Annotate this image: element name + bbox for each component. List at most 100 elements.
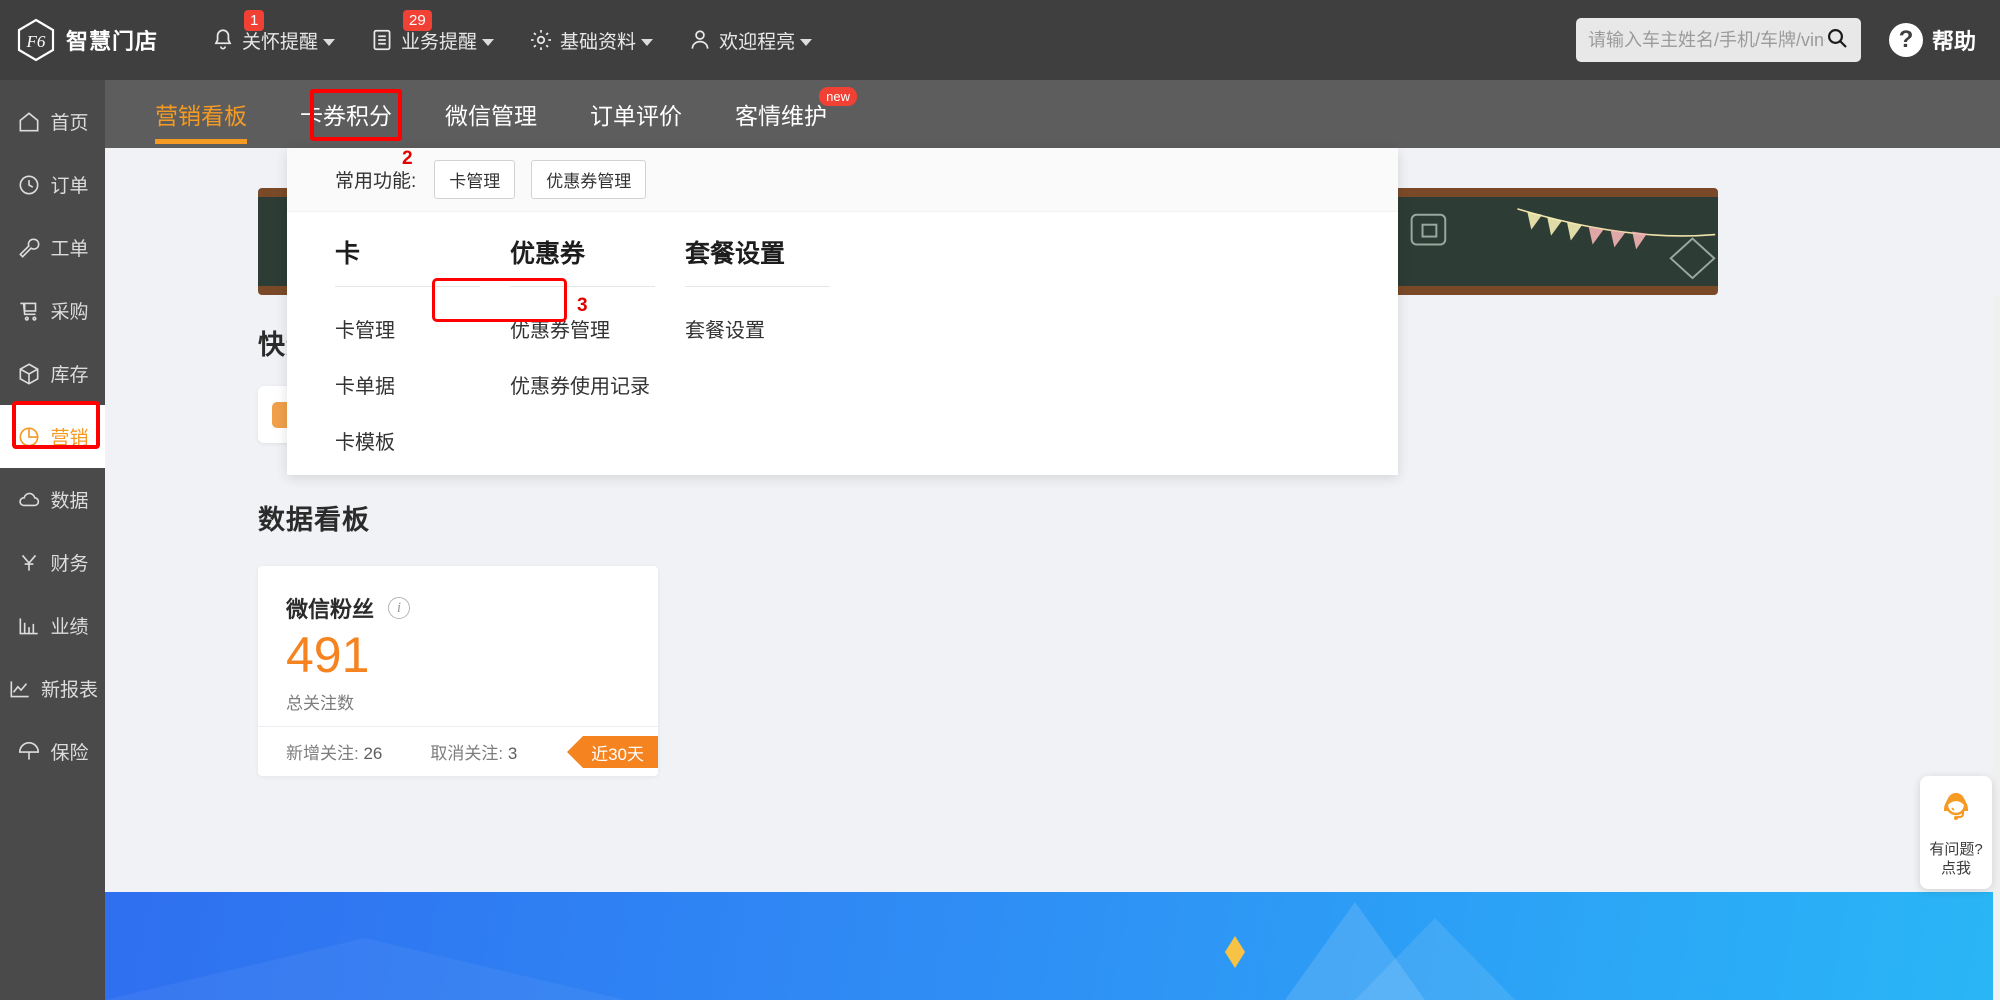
svg-text:F6: F6 [26,32,46,51]
dashboard-new-follow-value: 26 [363,744,383,763]
sidebar-item-label: 工单 [50,239,89,260]
brand[interactable]: F6 智慧门店 [16,18,158,62]
mega-column-title: 套餐设置 [685,234,830,287]
new-badge: new [819,87,857,106]
tab-label: 微信管理 [445,103,537,129]
scrollbar-track[interactable] [1993,296,2000,1000]
mega-menu-columns: 卡 卡管理 卡单据 卡模板 优惠券 优惠券管理 优惠券使用记录 套餐设置 套餐设… [287,212,1398,455]
line-chart-icon [7,676,33,702]
mega-link-card-management[interactable]: 卡管理 [335,314,510,343]
mega-menu-common-functions: 常用功能: 卡管理 优惠券管理 [287,148,1398,212]
tab-order-review[interactable]: 订单评价 [590,80,682,148]
common-chip-coupon-management[interactable]: 优惠券管理 [531,160,647,199]
bottom-blue-banner[interactable] [105,892,2000,1000]
chevron-down-icon [800,38,813,46]
mega-column-card: 卡 卡管理 卡单据 卡模板 [335,234,510,455]
topnav-item-care-reminder[interactable]: 关怀提醒 1 [210,9,336,54]
mega-link-card-document[interactable]: 卡单据 [335,370,510,399]
dashboard-unfollow-value: 3 [507,744,518,763]
sidebar-item-label: 新报表 [40,680,98,701]
tab-label: 客情维护 [735,103,827,129]
mega-link-package-settings[interactable]: 套餐设置 [685,314,860,343]
tab-label: 卡券积分 [300,103,392,129]
clock-icon [16,172,42,198]
dashboard-title: 数据看板 [258,505,370,535]
blue-banner-decoration [105,902,1515,1000]
sidebar-item-label: 保险 [50,743,89,764]
sidebar-item-inventory[interactable]: 库存 [0,342,105,405]
topnav-item-business-reminder[interactable]: 业务提醒 29 [369,9,495,54]
sidebar-item-purchase[interactable]: 采购 [0,279,105,342]
headset-agent-icon [1935,787,1977,834]
chat-widget-line1: 有问题? [1929,841,1983,858]
sidebar-item-label: 采购 [50,302,89,323]
sidebar-item-finance[interactable]: 财务 [0,531,105,594]
document-icon [369,27,395,53]
status-badge-period: 近30天 [567,736,658,768]
f6-hexagon-logo-icon: F6 [16,18,56,62]
help-button[interactable]: ? 帮助 [1888,23,1976,57]
sidebar: 首页 订单 工单 采购 库存 营销 数据 财务 业绩 新报表 保险 [0,80,105,1000]
chevron-down-icon [482,38,495,46]
mega-column-title: 优惠券 [510,234,655,287]
chevron-down-icon [323,38,336,46]
sidebar-item-marketing[interactable]: 营销 [0,405,105,468]
tab-card-coupon-points[interactable]: 卡券积分 [300,80,392,148]
sidebar-item-label: 首页 [50,113,89,134]
gear-icon [528,27,554,53]
cloud-icon [16,487,42,513]
sidebar-item-data[interactable]: 数据 [0,468,105,531]
sidebar-item-label: 数据 [50,491,89,512]
annotation-number-2: 2 [402,148,413,169]
info-icon[interactable]: i [388,597,411,619]
home-icon [16,109,42,135]
sidebar-item-label: 订单 [50,176,89,197]
help-label: 帮助 [1931,29,1976,54]
tab-marketing-board[interactable]: 营销看板 [155,80,247,148]
sidebar-item-performance[interactable]: 业绩 [0,594,105,657]
sidebar-item-label: 业绩 [50,617,89,638]
common-functions-label: 常用功能: [335,171,417,192]
dashboard-unfollow-key: 取消关注: [430,744,504,763]
wrench-icon [16,235,42,261]
tab-label: 订单评价 [590,103,682,129]
top-nav: 关怀提醒 1 业务提醒 29 基础资料 欢迎程亮 [210,9,846,54]
sidebar-item-workorders[interactable]: 工单 [0,216,105,279]
mega-menu-card-coupon-points: 常用功能: 卡管理 优惠券管理 卡 卡管理 卡单据 卡模板 优惠券 优惠券管理 … [287,148,1398,475]
topnav-label: 关怀提醒 [242,31,319,53]
tab-wechat-management[interactable]: 微信管理 [445,80,537,148]
chevron-down-icon [641,38,654,46]
sidebar-item-new-report[interactable]: 新报表 [0,657,105,720]
search-input[interactable] [1587,29,1825,51]
dashboard-card-wechat-fans: 微信粉丝 i 491 总关注数 新增关注: 26 取消关注: 3 近30天 [258,566,658,776]
tab-customer-care[interactable]: 客情维护 new [735,80,857,148]
sidebar-item-label: 库存 [50,365,89,386]
mega-link-coupon-management[interactable]: 优惠券管理 [510,314,685,343]
dashboard-new-follow: 新增关注: 26 [286,739,382,764]
bar-chart-icon [16,613,42,639]
mega-link-card-template[interactable]: 卡模板 [335,426,510,455]
chat-widget-line2: 点我 [1940,860,1971,877]
bell-icon [210,27,236,53]
top-bar: F6 智慧门店 关怀提醒 1 业务提醒 29 基础资料 欢迎程亮 请输入车主姓名… [0,0,2000,80]
sidebar-item-insurance[interactable]: 保险 [0,720,105,783]
sidebar-item-home[interactable]: 首页 [0,90,105,153]
search-icon[interactable] [1825,26,1849,55]
dashboard-new-follow-key: 新增关注: [286,744,359,763]
top-bar-right: ? 帮助 [1575,18,1976,62]
dashboard-card-subtitle: 总关注数 [286,694,354,713]
common-chip-card-management[interactable]: 卡管理 [434,160,516,199]
sidebar-item-orders[interactable]: 订单 [0,153,105,216]
mega-link-coupon-usage-record[interactable]: 优惠券使用记录 [510,370,685,399]
dashboard-card-header: 微信粉丝 i [258,566,658,624]
global-search[interactable] [1575,18,1861,62]
dashboard-card-footer: 新增关注: 26 取消关注: 3 近30天 [258,726,658,776]
topnav-item-user-welcome[interactable]: 欢迎程亮 [687,27,813,54]
dashboard-card-label: 微信粉丝 [286,597,375,622]
topnav-item-basic-info[interactable]: 基础资料 [528,27,654,54]
customer-service-widget[interactable]: 有问题? 点我 [1920,776,1992,889]
cart-icon [16,298,42,324]
question-mark-icon: ? [1888,23,1923,57]
box-icon [16,361,42,387]
topnav-badge: 29 [403,9,432,31]
